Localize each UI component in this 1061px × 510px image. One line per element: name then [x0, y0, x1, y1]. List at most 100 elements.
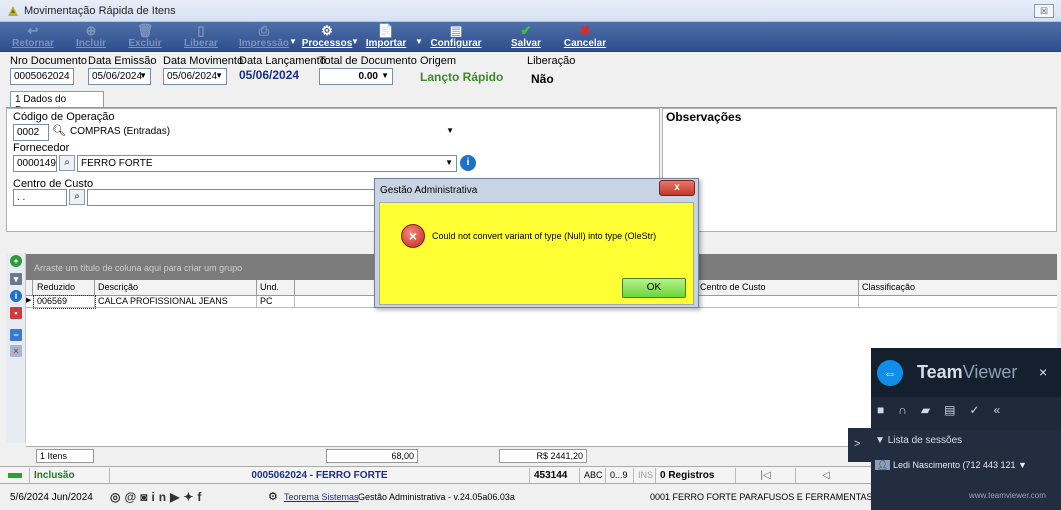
collapse-icon[interactable]: « [994, 403, 1015, 417]
teamviewer-expand-button[interactable]: > [848, 428, 872, 462]
cancel-row-icon[interactable]: × [10, 345, 22, 357]
info-icon[interactable]: i [460, 155, 476, 171]
origem-label: Origem [420, 55, 457, 67]
sessions-label[interactable]: ▼ Lista de sessões [875, 435, 962, 446]
data-emissao-field[interactable]: 05/06/2024 ▼ [88, 68, 151, 85]
column-header-classificacao[interactable]: Classificação [859, 280, 1057, 296]
chevron-down-icon[interactable]: ▼ [445, 158, 453, 167]
delete-row-icon[interactable]: ▪ [10, 307, 22, 319]
toolbar-salvar-button[interactable]: ✔ Salvar [508, 23, 544, 51]
column-header-und[interactable]: Und. [257, 280, 295, 296]
centro-custo-search-button[interactable]: ⌕ [69, 189, 85, 205]
chevron-down-icon[interactable]: ▼ [415, 37, 423, 46]
cell-descricao[interactable]: CALCA PROFISSIONAL JEANS [95, 296, 257, 308]
nro-documento-field[interactable]: 0005062024 [10, 68, 74, 85]
info-icon[interactable]: i [10, 290, 22, 302]
column-header-centro-custo[interactable]: Centro de Custo [697, 280, 859, 296]
app-logo-icon [8, 6, 18, 16]
data-emissao-value: 05/06/2024 [92, 71, 143, 82]
column-header-reduzido[interactable]: Reduzido [34, 280, 95, 296]
impresso-icon: ⎙ [258, 23, 270, 38]
status-insert: INS [634, 468, 656, 483]
toolbar-processos-button[interactable]: ⚙ Processos ▼ [289, 23, 356, 51]
ok-button[interactable]: OK [622, 278, 686, 298]
cell-und[interactable]: PC [257, 296, 295, 308]
centro-custo-code-field[interactable]: . . [13, 189, 67, 206]
fornecedor-combo[interactable]: FERRO FORTE ▼ [77, 155, 457, 172]
twitter-icon[interactable]: ✦ [183, 490, 197, 504]
cell-classificacao[interactable] [859, 296, 1057, 308]
user-avatar-icon: 👤︎ [875, 460, 891, 470]
fornecedor-label: Fornecedor [13, 142, 70, 154]
chevron-down-icon[interactable]: ▼ [289, 37, 297, 46]
trash-icon[interactable]: ▾ [10, 273, 22, 285]
toolbar-impresso-button[interactable]: ⎙ Impressão [236, 23, 292, 51]
cell-reduzido[interactable]: 006569 [33, 295, 96, 309]
column-header-descricao[interactable]: Descrição [95, 280, 257, 296]
toolbar-label: Cancelar [563, 38, 607, 49]
toolbar-excluir-button[interactable]: 🗑 Excluir [124, 23, 166, 51]
toolbar-importar-button[interactable]: 📄 Importar ▼ [351, 23, 412, 51]
row-indicator-icon: ▶ [26, 296, 34, 308]
toolbar-label: Liberar [184, 38, 218, 49]
toolbar-retornar-button[interactable]: ↩ Retornar [8, 23, 58, 51]
chevron-down-icon[interactable]: ▼ [446, 126, 454, 135]
origem-value: Lançto Rápido [420, 70, 504, 84]
nro-documento-label: Nro Documento [10, 55, 88, 67]
youtube-icon[interactable]: ▶ [170, 490, 183, 504]
chevron-down-icon[interactable]: ▼ [139, 71, 147, 80]
cancelar-icon: ✖ [579, 23, 591, 38]
toolbar-liberar-button[interactable]: ▯ Liberar [178, 23, 224, 51]
company-link[interactable]: Teorema Sistemas [284, 492, 359, 502]
total-documento-field[interactable]: 0.00 ▼ [319, 68, 393, 85]
headset-icon[interactable]: ∩ [898, 403, 921, 417]
tab-dados-documento[interactable]: 1 Dados do Documento [10, 91, 104, 116]
email-icon[interactable]: @ [124, 490, 140, 504]
toolbar-configurar-button[interactable]: ▤ Configurar ▼ [415, 23, 488, 51]
files-icon[interactable]: ▤ [944, 403, 969, 417]
chevron-down-icon[interactable]: ▼ [351, 37, 359, 46]
tools-icon[interactable]: ✓ [969, 403, 993, 417]
total-documento-value: 0.00 [358, 71, 378, 82]
chat-icon[interactable]: ▰ [921, 403, 944, 417]
operacao-label: Código de Operação [13, 111, 115, 123]
data-lancamento-value: 05/06/2024 [239, 68, 300, 82]
operacao-code-field[interactable]: 0002 [13, 124, 49, 141]
social-icons[interactable]: ◎@◙in▶✦f [110, 490, 205, 504]
nav-prev-button[interactable]: ◁ [796, 468, 856, 483]
dialog-close-button[interactable]: x [659, 180, 695, 196]
fornecedor-code-field[interactable]: 0000149 [13, 155, 57, 172]
toolbar-incluir-button[interactable]: ⊕ Incluir [66, 23, 116, 51]
toolbar-label: Configurar [430, 38, 482, 49]
window-close-button[interactable]: ☒ [1034, 4, 1054, 18]
operacao-desc: COMPRAS (Entradas) [70, 126, 171, 137]
facebook-icon[interactable]: f [197, 490, 205, 504]
instagram-icon[interactable]: ◙ [140, 490, 151, 504]
whatsapp-icon[interactable]: ◎ [110, 490, 124, 504]
operacao-combo[interactable]: COMPRAS (Entradas) ▼ [67, 124, 457, 141]
chevron-down-icon[interactable]: ▼ [215, 71, 223, 80]
configurar-icon: ▤ [449, 23, 463, 38]
status-mode: Inclusão [30, 468, 110, 483]
retornar-icon: ↩ [27, 23, 39, 38]
video-icon[interactable]: ■ [877, 403, 898, 417]
teamviewer-logo-icon: ⇔ [877, 360, 903, 386]
chevron-down-icon[interactable]: ▼ [381, 71, 389, 80]
teamviewer-close-button[interactable]: × [1039, 364, 1047, 380]
centro-custo-field[interactable] [87, 189, 377, 206]
session-user[interactable]: 👤︎ Ledi Nascimento (712 443 121 ▼ [875, 460, 1027, 471]
add-row-icon[interactable]: + [10, 255, 22, 267]
search-icon[interactable]: 🔍︎ [52, 124, 66, 137]
cell-centro-custo[interactable] [697, 296, 859, 308]
nav-first-button[interactable]: |◁ [736, 468, 796, 483]
minus-icon[interactable]: − [10, 329, 22, 341]
observacoes-panel[interactable]: Observações [662, 108, 1057, 232]
toolbar-cancelar-button[interactable]: ✖ Cancelar [560, 23, 610, 51]
status-number: 453144 [530, 468, 580, 483]
fornecedor-search-button[interactable]: ⌕ [59, 155, 75, 171]
processos-icon: ⚙ [321, 23, 333, 38]
toolbar-label: Processos [301, 38, 353, 49]
data-movimento-field[interactable]: 05/06/2024 ▼ [163, 68, 227, 85]
linkedin-icon[interactable]: in [151, 490, 170, 504]
dialog-title: Gestão Administrativa [380, 185, 478, 196]
